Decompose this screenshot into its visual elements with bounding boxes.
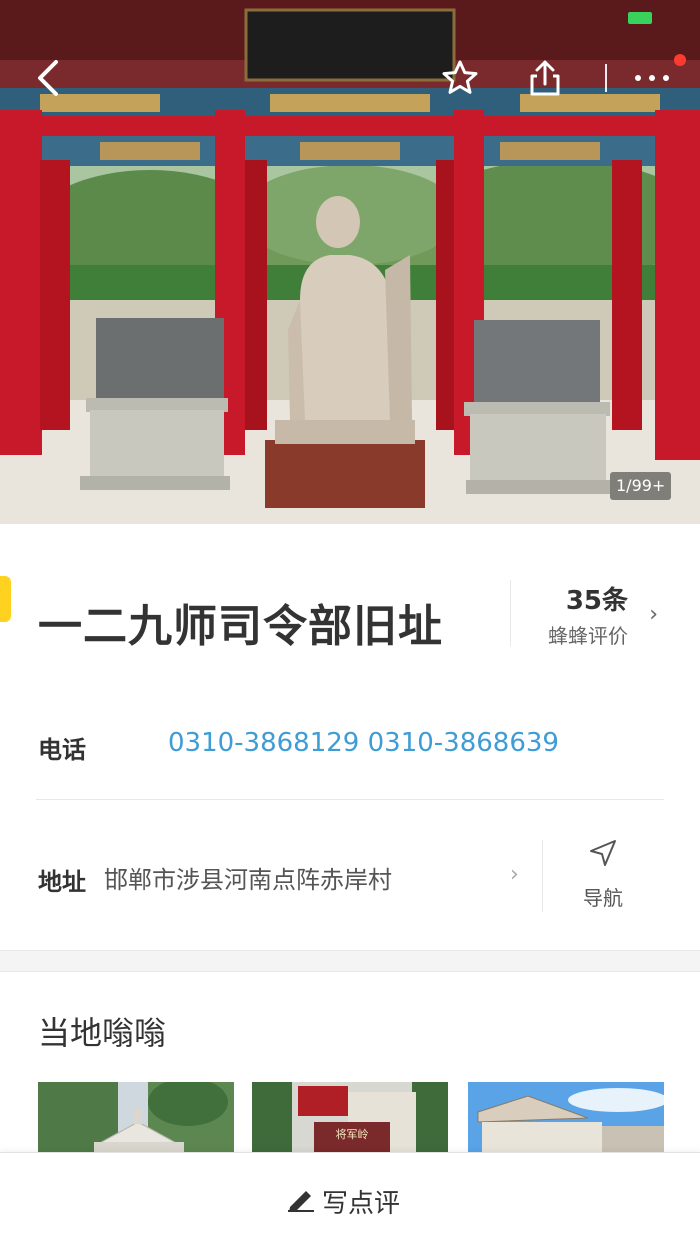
review-count: 35条 bbox=[565, 586, 628, 616]
battery-icon bbox=[628, 12, 652, 24]
chevron-right-icon: › bbox=[510, 862, 519, 887]
more-button[interactable] bbox=[626, 60, 678, 96]
bottom-action-bar: 写点评 bbox=[0, 1152, 700, 1246]
local-thumbnail[interactable] bbox=[468, 1082, 664, 1154]
local-thumbnail[interactable] bbox=[38, 1082, 234, 1154]
local-thumbnails: 将军岭 bbox=[38, 1082, 664, 1154]
reviews-link[interactable]: 35条 蜂蜂评价 › bbox=[520, 580, 680, 650]
building-photo bbox=[468, 1082, 664, 1154]
address-text: 邯郸市涉县河南点阵赤岸村 bbox=[104, 866, 392, 894]
thumb-sign-text: 将军岭 bbox=[336, 1127, 369, 1141]
write-review-button[interactable]: 写点评 bbox=[280, 1177, 430, 1221]
address-row[interactable]: 地址 邯郸市涉县河南点阵赤岸村 › 导航 bbox=[0, 800, 700, 950]
navigation-button[interactable]: 导航 bbox=[560, 838, 646, 914]
back-icon bbox=[38, 60, 58, 96]
more-icon bbox=[635, 75, 669, 81]
phone-numbers: 0310-3868129 0310-3868639 bbox=[168, 728, 559, 758]
memorial-gate-photo: 将军岭 bbox=[252, 1082, 448, 1154]
pencil-icon bbox=[288, 1191, 314, 1212]
notification-dot bbox=[674, 54, 686, 66]
address-label: 地址 bbox=[38, 868, 86, 896]
accent-tab bbox=[0, 576, 11, 622]
review-divider bbox=[510, 580, 511, 646]
chevron-right-icon: › bbox=[649, 602, 658, 627]
poi-title: 一二九师司令部旧址 bbox=[38, 601, 443, 652]
local-thumbnail[interactable]: 将军岭 bbox=[252, 1082, 448, 1154]
star-icon bbox=[442, 60, 478, 94]
hero-photo[interactable]: 1/99+ bbox=[0, 0, 700, 524]
photo-count-badge: 1/99+ bbox=[610, 472, 672, 500]
toolbar-divider bbox=[605, 64, 607, 92]
pagoda-photo bbox=[38, 1082, 234, 1154]
share-icon bbox=[530, 60, 560, 96]
phone-number-link[interactable]: 0310-3868639 bbox=[368, 728, 559, 758]
section-gap bbox=[0, 950, 700, 972]
poi-header: 一二九师司令部旧址 35条 蜂蜂评价 › bbox=[0, 524, 700, 698]
navigation-label: 导航 bbox=[583, 886, 623, 910]
local-section-title: 当地嗡嗡 bbox=[38, 1014, 167, 1052]
share-button[interactable] bbox=[520, 52, 570, 104]
phone-label: 电话 bbox=[38, 736, 86, 764]
phone-number-link[interactable]: 0310-3868129 bbox=[168, 728, 359, 758]
nav-divider bbox=[542, 840, 543, 912]
write-review-label: 写点评 bbox=[322, 1189, 401, 1219]
navigation-arrow-icon bbox=[590, 840, 616, 866]
phone-row: 电话 0310-3868129 0310-3868639 bbox=[0, 698, 700, 798]
favorite-button[interactable] bbox=[436, 54, 484, 102]
back-button[interactable] bbox=[26, 52, 70, 104]
top-nav-bar bbox=[0, 0, 700, 120]
review-label: 蜂蜂评价 bbox=[548, 624, 628, 648]
